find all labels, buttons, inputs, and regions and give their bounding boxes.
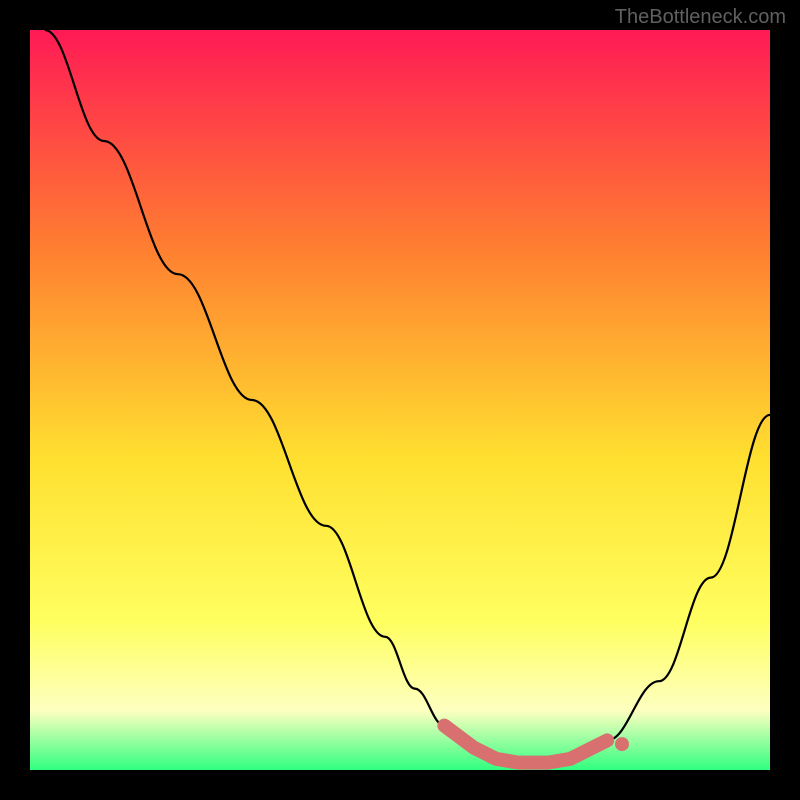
gradient-background [30,30,770,770]
chart-svg [30,30,770,770]
watermark-text: TheBottleneck.com [615,6,786,29]
marker-dot [615,737,629,751]
chart-plot-area [30,30,770,770]
